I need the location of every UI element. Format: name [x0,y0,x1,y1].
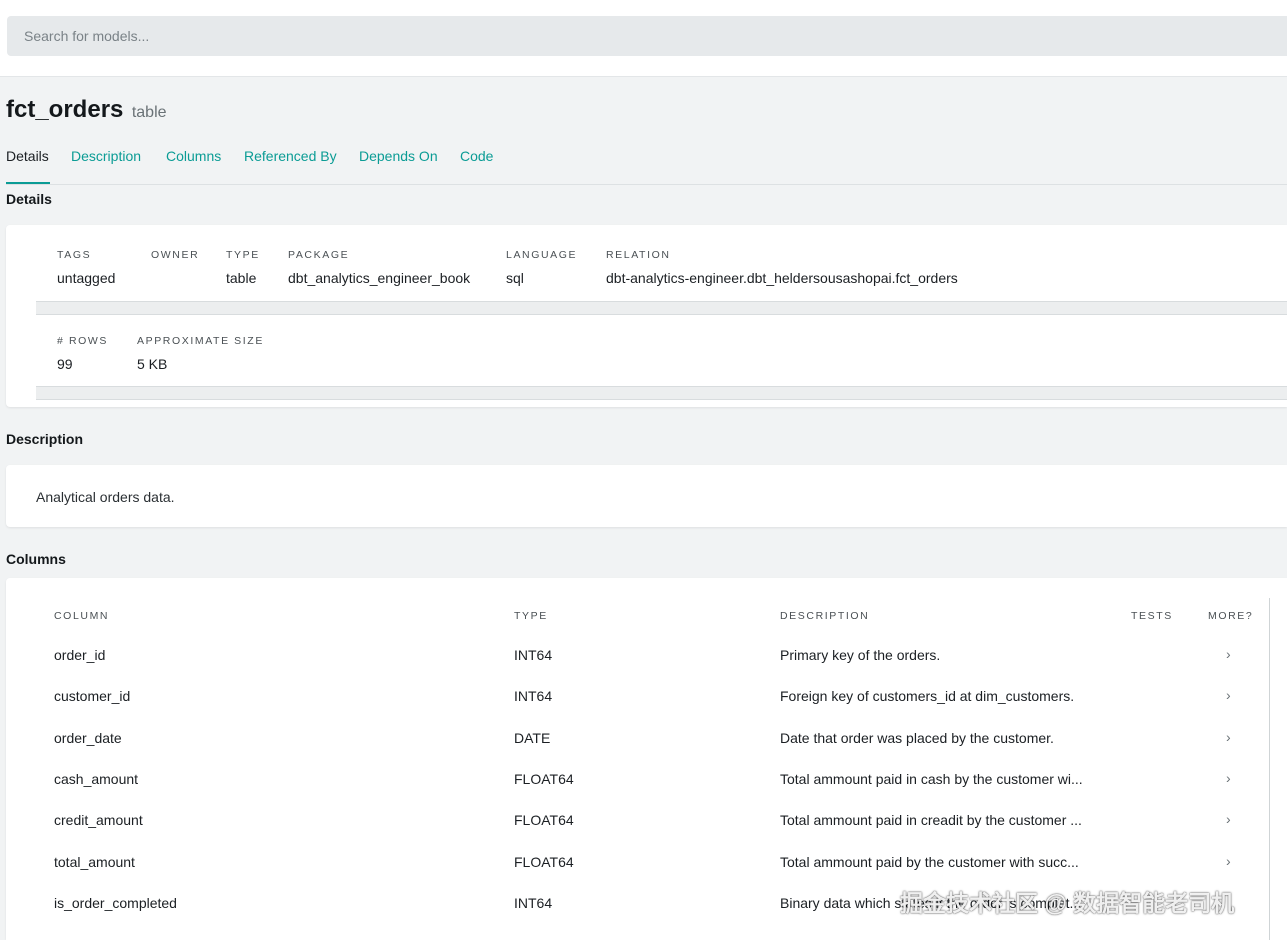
active-tab-indicator [6,182,50,184]
detail-relation: RELATION dbt-analytics-engineer.dbt_held… [606,249,958,286]
detail-owner: OWNER [151,249,199,270]
description-text: Analytical orders data. [36,489,175,505]
column-description: Total ammount paid in creadit by the cus… [780,812,1082,828]
chevron-right-icon[interactable]: › [1226,646,1231,662]
divider [36,301,1287,315]
table-row[interactable]: cash_amount FLOAT64 Total ammount paid i… [6,770,1269,812]
detail-package: PACKAGE dbt_analytics_engineer_book [288,249,470,286]
detail-relation-label: RELATION [606,249,671,261]
detail-relation-value: dbt-analytics-engineer.dbt_heldersousash… [606,270,958,286]
search-bar [0,0,1287,77]
detail-language-label: LANGUAGE [506,249,578,261]
column-header-column: COLUMN [54,610,110,622]
column-header-type: TYPE [514,610,548,622]
detail-size-value: 5 KB [137,356,168,372]
watermark: 掘金技术社区 @ 数据智能老司机 [900,890,1235,916]
column-header-description: DESCRIPTION [780,610,870,622]
column-type: FLOAT64 [514,812,574,828]
column-name: cash_amount [54,771,139,787]
columns-heading: Columns [6,551,66,567]
detail-rows: # ROWS 99 [57,335,108,372]
table-row[interactable]: order_date DATE Date that order was plac… [6,729,1269,771]
chevron-right-icon[interactable]: › [1226,853,1231,869]
scrollbar[interactable] [1269,598,1277,940]
column-name: is_order_completed [54,895,177,911]
column-header-tests: TESTS [1131,610,1173,622]
tab-code[interactable]: Code [460,148,493,164]
column-name: credit_amount [54,812,143,828]
tab-description[interactable]: Description [71,148,141,164]
model-kind: table [131,104,167,121]
description-card: Analytical orders data. [6,465,1287,527]
chevron-right-icon[interactable]: › [1226,687,1231,703]
detail-type: TYPE table [226,249,260,286]
table-row[interactable]: customer_id INT64 Foreign key of custome… [6,687,1269,729]
description-heading: Description [6,431,84,447]
page-title: fct_orders table [6,96,167,124]
chevron-right-icon[interactable]: › [1226,811,1231,827]
detail-size: APPROXIMATE SIZE 5 KB [137,335,264,372]
tab-details[interactable]: Details [6,148,49,164]
details-heading: Details [6,191,52,207]
column-type: INT64 [514,895,553,911]
column-type: FLOAT64 [514,771,574,787]
detail-tags: TAGS untagged [57,249,115,286]
detail-rows-label: # ROWS [57,335,109,347]
detail-language: LANGUAGE sql [506,249,577,286]
tab-depends-on[interactable]: Depends On [359,148,438,164]
column-type: INT64 [514,688,553,704]
column-name: total_amount [54,854,135,870]
details-card: TAGS untagged OWNER TYPE table PACKAGE d… [6,225,1287,407]
column-description: Total ammount paid by the customer with … [780,854,1079,870]
detail-owner-label: OWNER [151,249,200,261]
tab-columns[interactable]: Columns [166,148,221,164]
column-type: DATE [514,730,551,746]
detail-size-label: APPROXIMATE SIZE [137,335,264,347]
detail-package-label: PACKAGE [288,249,350,261]
tab-bar: Details Description Columns Referenced B… [6,146,1287,185]
detail-rows-value: 99 [57,356,73,372]
model-name: fct_orders [6,96,124,123]
detail-language-value: sql [506,270,524,286]
column-description: Primary key of the orders. [780,647,941,663]
chevron-right-icon[interactable]: › [1226,729,1231,745]
column-type: FLOAT64 [514,854,574,870]
search-input[interactable] [7,16,1287,56]
detail-type-label: TYPE [226,249,260,261]
column-header-more: MORE? [1208,610,1254,622]
column-description: Total ammount paid in cash by the custom… [780,771,1083,787]
column-name: customer_id [54,688,131,704]
column-description: Date that order was placed by the custom… [780,730,1054,746]
detail-package-value: dbt_analytics_engineer_book [288,270,471,286]
chevron-right-icon[interactable]: › [1226,770,1231,786]
detail-type-value: table [226,270,257,286]
detail-tags-value: untagged [57,270,116,286]
detail-tags-label: TAGS [57,249,92,261]
column-name: order_date [54,730,122,746]
divider [36,386,1287,400]
column-type: INT64 [514,647,553,663]
tab-referenced-by[interactable]: Referenced By [244,148,337,164]
table-row[interactable]: order_id INT64 Primary key of the orders… [6,646,1269,688]
column-description: Foreign key of customers_id at dim_custo… [780,688,1075,704]
column-name: order_id [54,647,106,663]
table-row[interactable]: credit_amount FLOAT64 Total ammount paid… [6,811,1269,853]
